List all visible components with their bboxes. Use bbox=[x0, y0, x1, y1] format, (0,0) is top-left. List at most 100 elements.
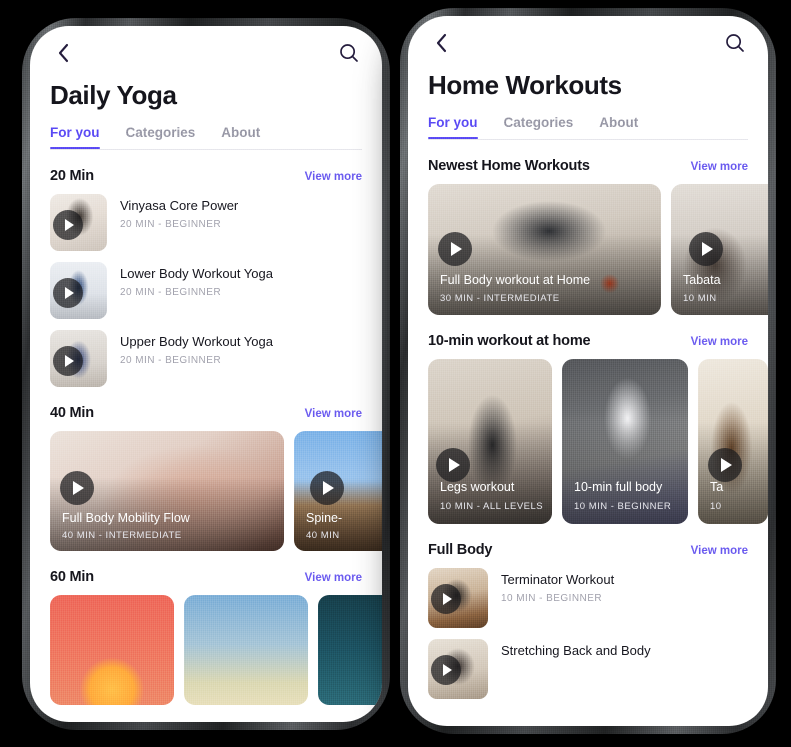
carousel-10min[interactable]: Legs workout 10 MIN - ALL LEVELS 10-min … bbox=[408, 359, 768, 524]
tab-divider bbox=[428, 139, 748, 140]
card-title: Legs workout bbox=[440, 480, 515, 494]
thumbnail bbox=[428, 639, 488, 699]
section-header-newest: Newest Home Workouts View more bbox=[408, 158, 768, 174]
back-button[interactable] bbox=[50, 40, 76, 66]
list-item[interactable]: Vinyasa Core Power 20 MIN - BEGINNER bbox=[30, 194, 382, 251]
video-card[interactable] bbox=[184, 595, 308, 705]
play-icon[interactable] bbox=[60, 471, 94, 505]
tab-categories[interactable]: Categories bbox=[126, 125, 196, 149]
play-icon[interactable] bbox=[310, 471, 344, 505]
video-card[interactable]: Spine- 40 MIN bbox=[294, 431, 382, 551]
card-meta: 10 bbox=[710, 501, 722, 512]
video-card[interactable]: 10-min full body 10 MIN - BEGINNER bbox=[562, 359, 688, 524]
section-title: 10-min workout at home bbox=[428, 333, 591, 349]
search-icon bbox=[726, 34, 744, 52]
play-icon[interactable] bbox=[53, 278, 83, 308]
play-icon[interactable] bbox=[53, 346, 83, 376]
card-meta: 10 MIN - BEGINNER bbox=[574, 501, 672, 512]
phone-device-left: Daily Yoga For you Categories About 20 M… bbox=[22, 18, 390, 730]
tab-for-you[interactable]: For you bbox=[50, 125, 100, 149]
app-bar-left bbox=[30, 26, 382, 66]
card-title: 10-min full body bbox=[574, 480, 663, 494]
section-title: Newest Home Workouts bbox=[428, 158, 590, 174]
card-title: Tabata bbox=[683, 273, 721, 287]
video-card[interactable] bbox=[318, 595, 382, 705]
carousel-60min[interactable] bbox=[30, 595, 382, 705]
list-item-title: Stretching Back and Body bbox=[501, 643, 651, 658]
content-scroll-left[interactable]: 20 Min View more Vinyasa Core Power 20 M… bbox=[30, 168, 382, 709]
card-meta: 10 MIN - ALL LEVELS bbox=[440, 501, 544, 512]
video-card[interactable]: Full Body Mobility Flow 40 MIN - INTERME… bbox=[50, 431, 284, 551]
list-item-meta: 20 MIN - BEGINNER bbox=[120, 287, 221, 298]
card-title: Full Body Mobility Flow bbox=[62, 511, 190, 525]
thumbnail bbox=[50, 194, 107, 251]
list-item-title: Lower Body Workout Yoga bbox=[120, 266, 273, 281]
list-item[interactable]: Terminator Workout 10 MIN - BEGINNER bbox=[408, 568, 768, 628]
section-title: 40 Min bbox=[50, 405, 94, 421]
chevron-left-icon bbox=[436, 33, 447, 53]
section-title: 60 Min bbox=[50, 569, 94, 585]
search-button[interactable] bbox=[336, 40, 362, 66]
view-more-link[interactable]: View more bbox=[691, 545, 748, 557]
list-item-meta: 20 MIN - BEGINNER bbox=[120, 219, 221, 230]
page-title: Daily Yoga bbox=[50, 80, 177, 110]
list-item[interactable]: Stretching Back and Body bbox=[408, 639, 768, 699]
section-header-40min: 40 Min View more bbox=[30, 405, 382, 421]
app-bar-right bbox=[408, 16, 768, 56]
play-icon[interactable] bbox=[53, 210, 83, 240]
play-icon[interactable] bbox=[689, 232, 723, 266]
play-icon[interactable] bbox=[708, 448, 742, 482]
thumbnail bbox=[428, 568, 488, 628]
carousel-40min[interactable]: Full Body Mobility Flow 40 MIN - INTERME… bbox=[30, 431, 382, 551]
list-item-title: Vinyasa Core Power bbox=[120, 198, 239, 213]
back-button[interactable] bbox=[428, 30, 454, 56]
carousel-newest[interactable]: Full Body workout at Home 30 MIN - INTER… bbox=[408, 184, 768, 315]
card-meta: 10 MIN bbox=[683, 293, 717, 304]
card-meta: 30 MIN - INTERMEDIATE bbox=[440, 293, 560, 304]
tab-bar: For you Categories About bbox=[30, 125, 382, 149]
tab-divider bbox=[50, 149, 362, 150]
card-title: Ta bbox=[710, 480, 724, 494]
list-item[interactable]: Upper Body Workout Yoga 20 MIN - BEGINNE… bbox=[30, 330, 382, 387]
tab-about[interactable]: About bbox=[599, 115, 638, 139]
play-icon[interactable] bbox=[436, 448, 470, 482]
view-more-link[interactable]: View more bbox=[691, 161, 748, 173]
video-card[interactable]: Legs workout 10 MIN - ALL LEVELS bbox=[428, 359, 552, 524]
tab-about[interactable]: About bbox=[221, 125, 260, 149]
view-more-link[interactable]: View more bbox=[305, 572, 362, 584]
list-item-title: Upper Body Workout Yoga bbox=[120, 334, 273, 349]
video-card[interactable]: Ta 10 bbox=[698, 359, 768, 524]
content-scroll-right[interactable]: Newest Home Workouts View more Full Body… bbox=[408, 158, 768, 714]
video-card[interactable]: Full Body workout at Home 30 MIN - INTER… bbox=[428, 184, 661, 315]
page-title: Home Workouts bbox=[428, 70, 622, 100]
card-title: Full Body workout at Home bbox=[440, 273, 591, 287]
thumbnail bbox=[50, 262, 107, 319]
play-icon[interactable] bbox=[431, 655, 461, 685]
card-meta: 40 MIN - INTERMEDIATE bbox=[62, 530, 182, 541]
screenshot-stage: Daily Yoga For you Categories About 20 M… bbox=[0, 0, 791, 747]
view-more-link[interactable]: View more bbox=[305, 408, 362, 420]
view-more-link[interactable]: View more bbox=[691, 336, 748, 348]
chevron-left-icon bbox=[58, 43, 69, 63]
tab-categories[interactable]: Categories bbox=[504, 115, 574, 139]
view-more-link[interactable]: View more bbox=[305, 171, 362, 183]
card-title: Spine- bbox=[306, 511, 343, 525]
play-icon[interactable] bbox=[431, 584, 461, 614]
search-icon bbox=[340, 44, 358, 62]
section-header-fullbody: Full Body View more bbox=[408, 542, 768, 558]
section-header-60min: 60 Min View more bbox=[30, 569, 382, 585]
phone-screen-right: Home Workouts For you Categories About N… bbox=[408, 16, 768, 726]
video-card[interactable] bbox=[50, 595, 174, 705]
phone-device-right: Home Workouts For you Categories About N… bbox=[400, 8, 776, 734]
section-header-10min: 10-min workout at home View more bbox=[408, 333, 768, 349]
video-card[interactable]: Tabata 10 MIN bbox=[671, 184, 768, 315]
card-meta: 40 MIN bbox=[306, 530, 340, 541]
list-item[interactable]: Lower Body Workout Yoga 20 MIN - BEGINNE… bbox=[30, 262, 382, 319]
thumbnail bbox=[50, 330, 107, 387]
tab-bar: For you Categories About bbox=[408, 115, 768, 139]
play-icon[interactable] bbox=[438, 232, 472, 266]
search-button[interactable] bbox=[722, 30, 748, 56]
list-item-title: Terminator Workout bbox=[501, 572, 615, 587]
phone-screen-left: Daily Yoga For you Categories About 20 M… bbox=[30, 26, 382, 722]
tab-for-you[interactable]: For you bbox=[428, 115, 478, 139]
